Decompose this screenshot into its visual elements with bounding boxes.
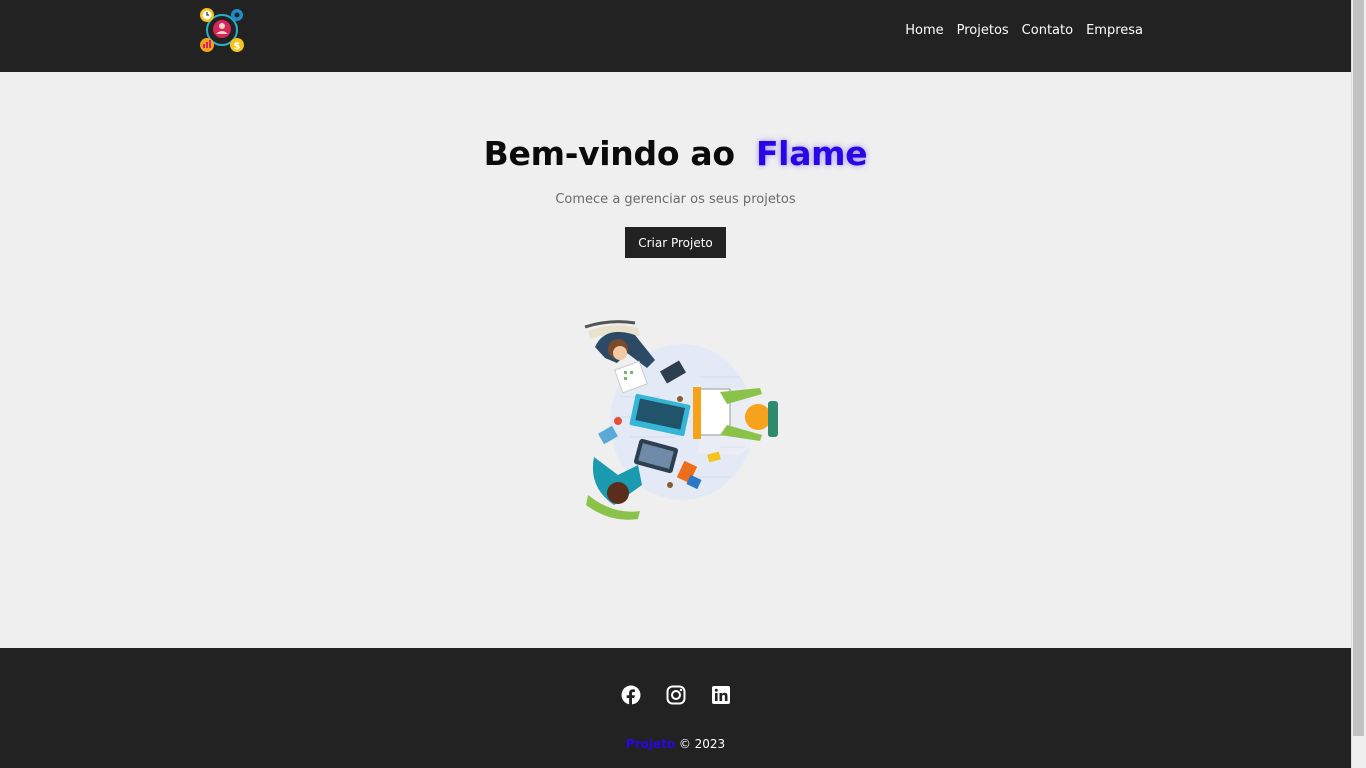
team-meeting-illustration <box>584 320 778 520</box>
hero-subtitle: Comece a gerenciar os seus projetos <box>555 192 796 207</box>
svg-text:$: $ <box>234 41 241 52</box>
copyright-brand[interactable]: Projeto <box>626 737 675 751</box>
main-nav: Home Projetos Contato Empresa <box>905 22 1143 40</box>
scrollbar-thumb[interactable] <box>1353 0 1364 736</box>
hero-title: Bem-vindo ao Flame <box>0 134 1351 174</box>
copyright-text: © 2023 <box>678 737 726 751</box>
instagram-icon[interactable] <box>666 685 686 705</box>
hero-section: Bem-vindo ao Flame Comece a gerenciar os… <box>0 72 1351 648</box>
logo-icon[interactable]: $ <box>198 6 246 54</box>
create-project-button[interactable]: Criar Projeto <box>625 227 726 258</box>
navbar: $ Home Projetos Contato Empresa <box>0 0 1351 72</box>
nav-link-empresa[interactable]: Empresa <box>1086 22 1143 40</box>
nav-link-contato[interactable]: Contato <box>1022 22 1073 40</box>
hero-title-brand: Flame <box>755 134 868 173</box>
vertical-scrollbar[interactable] <box>1351 0 1366 768</box>
nav-link-home[interactable]: Home <box>905 22 943 40</box>
copyright: Projeto © 2023 <box>0 736 1351 752</box>
facebook-icon[interactable] <box>621 685 641 705</box>
nav-link-projetos[interactable]: Projetos <box>957 22 1009 40</box>
hero-title-prefix: Bem-vindo ao <box>483 134 735 173</box>
social-links <box>0 685 1351 705</box>
footer: Projeto © 2023 <box>0 648 1351 768</box>
linkedin-icon[interactable] <box>711 685 731 705</box>
page: $ Home Projetos Contato Empresa Bem-vind… <box>0 0 1351 768</box>
